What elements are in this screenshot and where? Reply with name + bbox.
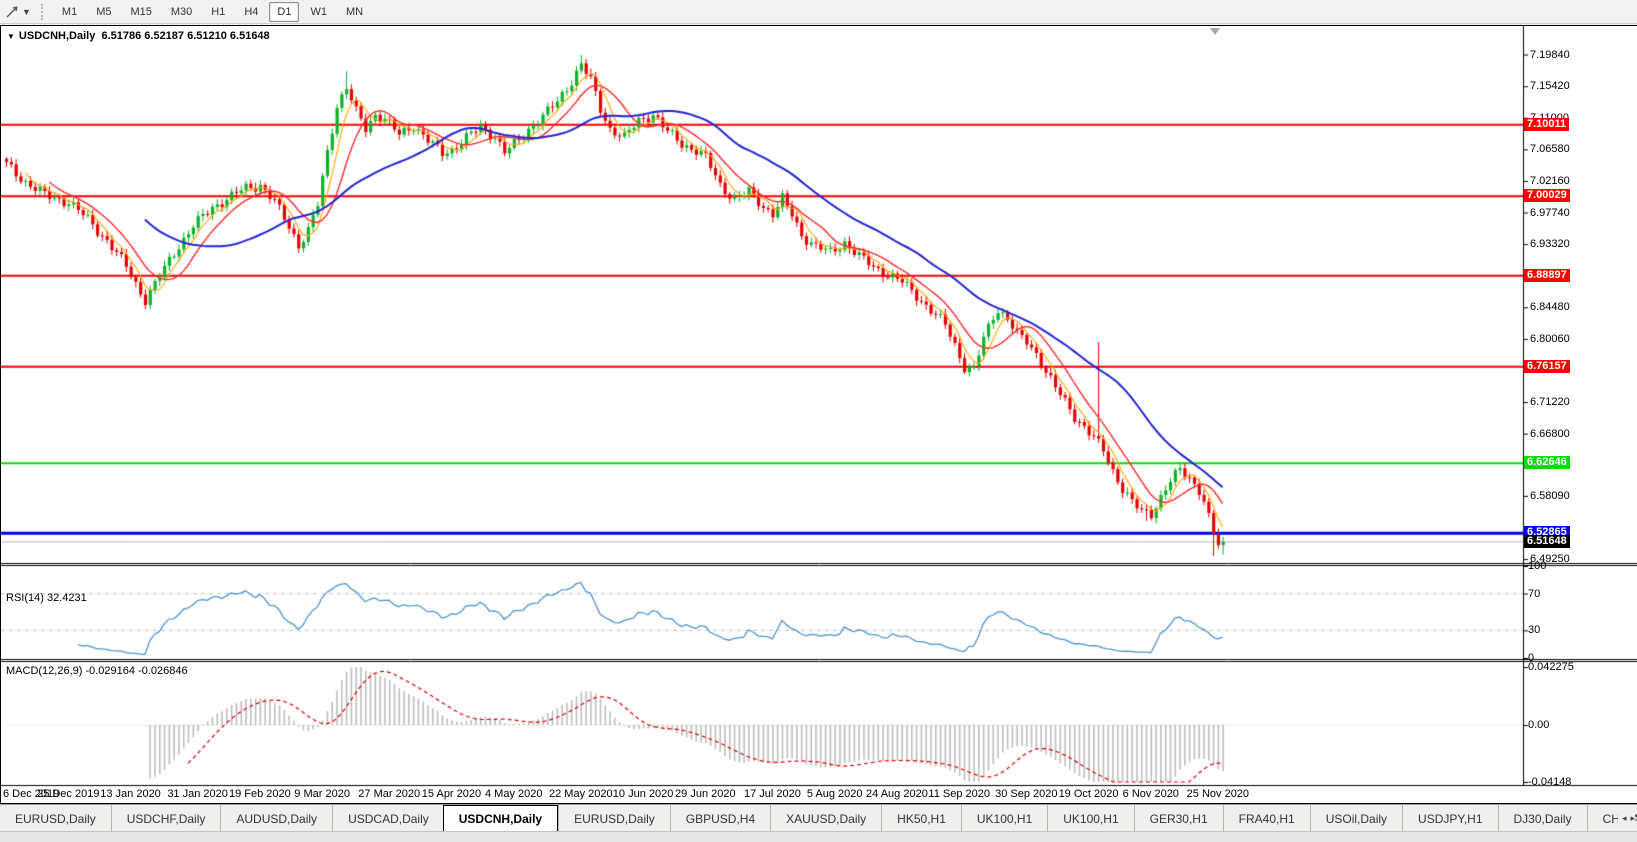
chart-tab-ger30-h1[interactable]: GER30,H1 <box>1134 805 1223 832</box>
timeframe-buttons: M1M5M15M30H1H4D1W1MN <box>54 2 374 22</box>
date-axis-label: 31 Jan 2020 <box>167 788 228 800</box>
current-price-label: 6.51648 <box>1524 535 1570 548</box>
chart-shift-marker[interactable] <box>1210 28 1220 35</box>
chart-tab-usdcnh-daily[interactable]: USDCNH,Daily <box>443 805 558 832</box>
chart-tab-hk50-h1[interactable]: HK50,H1 <box>881 805 961 832</box>
date-axis-label: 4 May 2020 <box>485 788 542 800</box>
timeframe-m1[interactable]: M1 <box>54 2 85 22</box>
price-axis-tick: 6.71220 <box>1530 396 1570 408</box>
chart-tab-fra40-h1[interactable]: FRA40,H1 <box>1223 805 1310 832</box>
date-axis-label: 19 Feb 2020 <box>229 788 291 800</box>
tab-scroll-right-icon[interactable]: ▸ <box>1630 813 1635 824</box>
timeframe-mn[interactable]: MN <box>338 2 371 22</box>
date-axis-label: 15 Apr 2020 <box>422 788 481 800</box>
rsi-axis-tick: 100 <box>1528 560 1546 572</box>
price-axis-tick: 7.19840 <box>1530 49 1570 61</box>
candlestick-chart-canvas[interactable] <box>1 26 1637 805</box>
price-line-label: 7.00029 <box>1524 189 1570 202</box>
chart-tab-usdjpy-h1[interactable]: USDJPY,H1 <box>1402 805 1497 832</box>
rsi-indicator-label: RSI(14) 32.4231 <box>6 592 87 604</box>
timeframe-m15[interactable]: M15 <box>122 2 159 22</box>
date-axis-label: 13 Jan 2020 <box>100 788 161 800</box>
date-axis-label: 17 Jul 2020 <box>744 788 801 800</box>
chart-tab-eurusd-daily[interactable]: EURUSD,Daily <box>558 805 670 832</box>
date-axis-label: 25 Nov 2020 <box>1187 788 1249 800</box>
price-axis-tick: 6.97740 <box>1530 207 1570 219</box>
date-axis-label: 27 Mar 2020 <box>358 788 420 800</box>
date-axis-label: 10 Jun 2020 <box>613 788 674 800</box>
timeframe-d1[interactable]: D1 <box>269 2 299 22</box>
chart-tab-usoil-daily[interactable]: USOil,Daily <box>1310 805 1402 832</box>
chart-collapse-icon[interactable]: ▼ <box>7 32 15 41</box>
price-axis-tick: 6.93320 <box>1530 238 1570 250</box>
chart-tab-audusd-daily[interactable]: AUDUSD,Daily <box>220 805 332 832</box>
price-line-label: 6.62646 <box>1524 456 1570 469</box>
tab-scroll-left-icon[interactable]: ◂ <box>1622 813 1627 824</box>
chart-ohlc-values: 6.51786 6.52187 6.51210 6.51648 <box>101 30 269 42</box>
mt4-window: ▼ M1M5M15M30H1H4D1W1MN ▼ USDCNH,Daily 6.5… <box>0 0 1637 842</box>
price-line-label: 7.10011 <box>1524 118 1569 131</box>
chart-tab-usdcad-daily[interactable]: USDCAD,Daily <box>332 805 444 832</box>
price-axis-tick: 6.58090 <box>1530 490 1570 502</box>
timeframe-w1[interactable]: W1 <box>302 2 335 22</box>
timeframe-h4[interactable]: H4 <box>236 2 266 22</box>
price-line-label: 6.76157 <box>1524 360 1570 373</box>
chevron-down-icon[interactable]: ▼ <box>22 7 31 17</box>
chart-tab-dj30-daily[interactable]: DJ30,Daily <box>1498 805 1587 832</box>
date-axis-label: 22 May 2020 <box>549 788 613 800</box>
date-axis-label: 11 Sep 2020 <box>928 788 990 800</box>
price-axis-tick: 6.80060 <box>1530 333 1570 345</box>
date-axis-label: 29 Jun 2020 <box>675 788 736 800</box>
date-axis-label: 25 Dec 2019 <box>37 788 99 800</box>
macd-axis-tick: -0.04148 <box>1528 776 1571 788</box>
rsi-axis-tick: 30 <box>1528 624 1540 636</box>
timeframe-toolbar: ▼ M1M5M15M30H1H4D1W1MN <box>0 0 1637 24</box>
chart-symbol-label: USDCNH,Daily <box>19 30 95 42</box>
price-axis-tick: 7.06580 <box>1530 143 1570 155</box>
date-axis-label: 24 Aug 2020 <box>866 788 928 800</box>
date-axis-label: 5 Aug 2020 <box>807 788 863 800</box>
chart-tab-gbpusd-h4[interactable]: GBPUSD,H4 <box>670 805 770 832</box>
chart-tabs: EURUSD,DailyUSDCHF,DailyAUDUSD,DailyUSDC… <box>0 805 1637 832</box>
price-axis-tick: 7.02160 <box>1530 175 1570 187</box>
chart-title: ▼ USDCNH,Daily 6.51786 6.52187 6.51210 6.… <box>7 30 270 42</box>
tab-bar-bottom-strip <box>0 831 1637 842</box>
timeframe-m30[interactable]: M30 <box>163 2 200 22</box>
chart-tab-eurusd-daily[interactable]: EURUSD,Daily <box>0 805 111 832</box>
rsi-axis-tick: 70 <box>1528 588 1540 600</box>
date-axis-label: 6 Nov 2020 <box>1123 788 1179 800</box>
price-axis-tick: 6.84480 <box>1530 301 1570 313</box>
macd-axis-tick: 0.042275 <box>1528 661 1574 673</box>
price-axis-tick: 7.15420 <box>1530 80 1570 92</box>
chart-tab-usdchf-daily[interactable]: USDCHF,Daily <box>111 805 221 832</box>
chart-tab-uk100-h1[interactable]: UK100,H1 <box>1047 805 1133 832</box>
date-axis-label: 30 Sep 2020 <box>995 788 1057 800</box>
chart-window: ▼ USDCNH,Daily 6.51786 6.52187 6.51210 6.… <box>0 25 1637 804</box>
timeframe-m5[interactable]: M5 <box>88 2 119 22</box>
chart-tab-xauusd-daily[interactable]: XAUUSD,Daily <box>770 805 881 832</box>
timeframe-h1[interactable]: H1 <box>203 2 233 22</box>
tab-scroll-arrows: ◂ ▸ <box>1618 805 1635 832</box>
macd-axis-tick: 0.00 <box>1528 719 1549 731</box>
chart-tab-bar: EURUSD,DailyUSDCHF,DailyAUDUSD,DailyUSDC… <box>0 804 1637 832</box>
price-line-label: 6.88897 <box>1524 269 1570 282</box>
chart-tab-uk100-h1[interactable]: UK100,H1 <box>961 805 1047 832</box>
date-axis-label: 19 Oct 2020 <box>1059 788 1119 800</box>
price-axis-tick: 6.66800 <box>1530 428 1570 440</box>
macd-indicator-label: MACD(12,26,9) -0.029164 -0.026846 <box>6 665 188 677</box>
toolbar-grip[interactable] <box>41 4 46 20</box>
date-axis-label: 9 Mar 2020 <box>294 788 350 800</box>
cursor-crosshair-icon[interactable] <box>3 4 21 20</box>
